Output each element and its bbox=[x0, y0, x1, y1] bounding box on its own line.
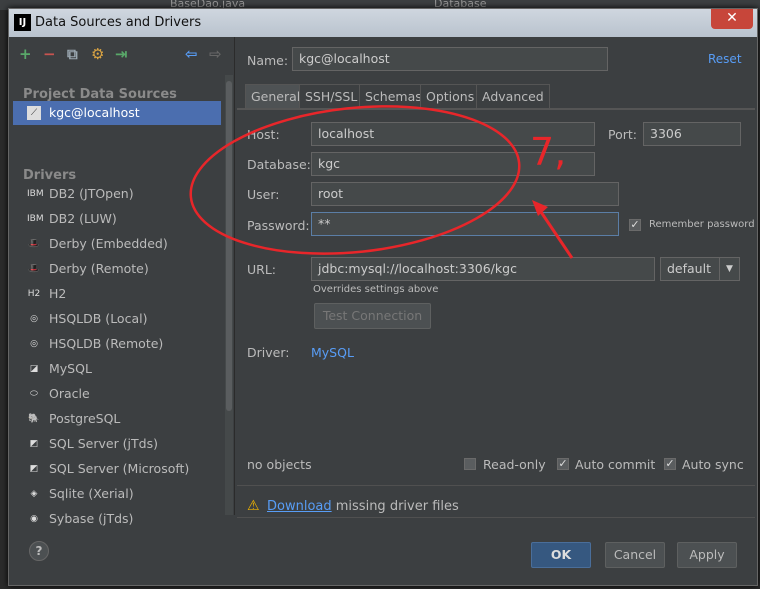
annotation-ellipse bbox=[189, 105, 521, 255]
red-annotation: 7, bbox=[189, 105, 574, 259]
annotation-arrowhead bbox=[532, 200, 548, 216]
annotation-arrow bbox=[535, 205, 574, 259]
annotation-text: 7, bbox=[530, 130, 566, 174]
